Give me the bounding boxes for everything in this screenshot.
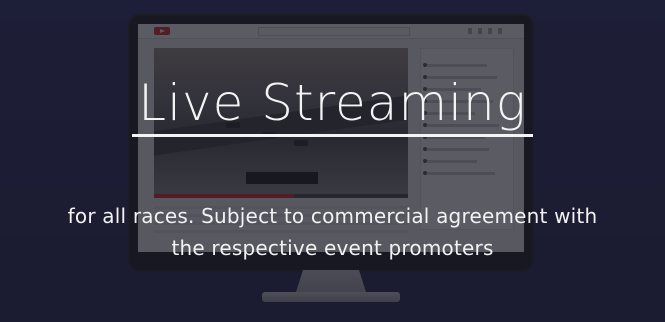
- slide-title-text: Live Streaming: [132, 74, 533, 137]
- caption-line-1: for all races. Subject to commercial agr…: [67, 204, 598, 228]
- slide-caption: for all races. Subject to commercial agr…: [0, 200, 665, 264]
- dark-overlay: [0, 0, 665, 322]
- caption-line-2: the respective event promoters: [171, 236, 494, 260]
- slide-title: Live Streaming: [0, 72, 665, 137]
- slide: Live Streaming for all races. Subject to…: [0, 0, 665, 322]
